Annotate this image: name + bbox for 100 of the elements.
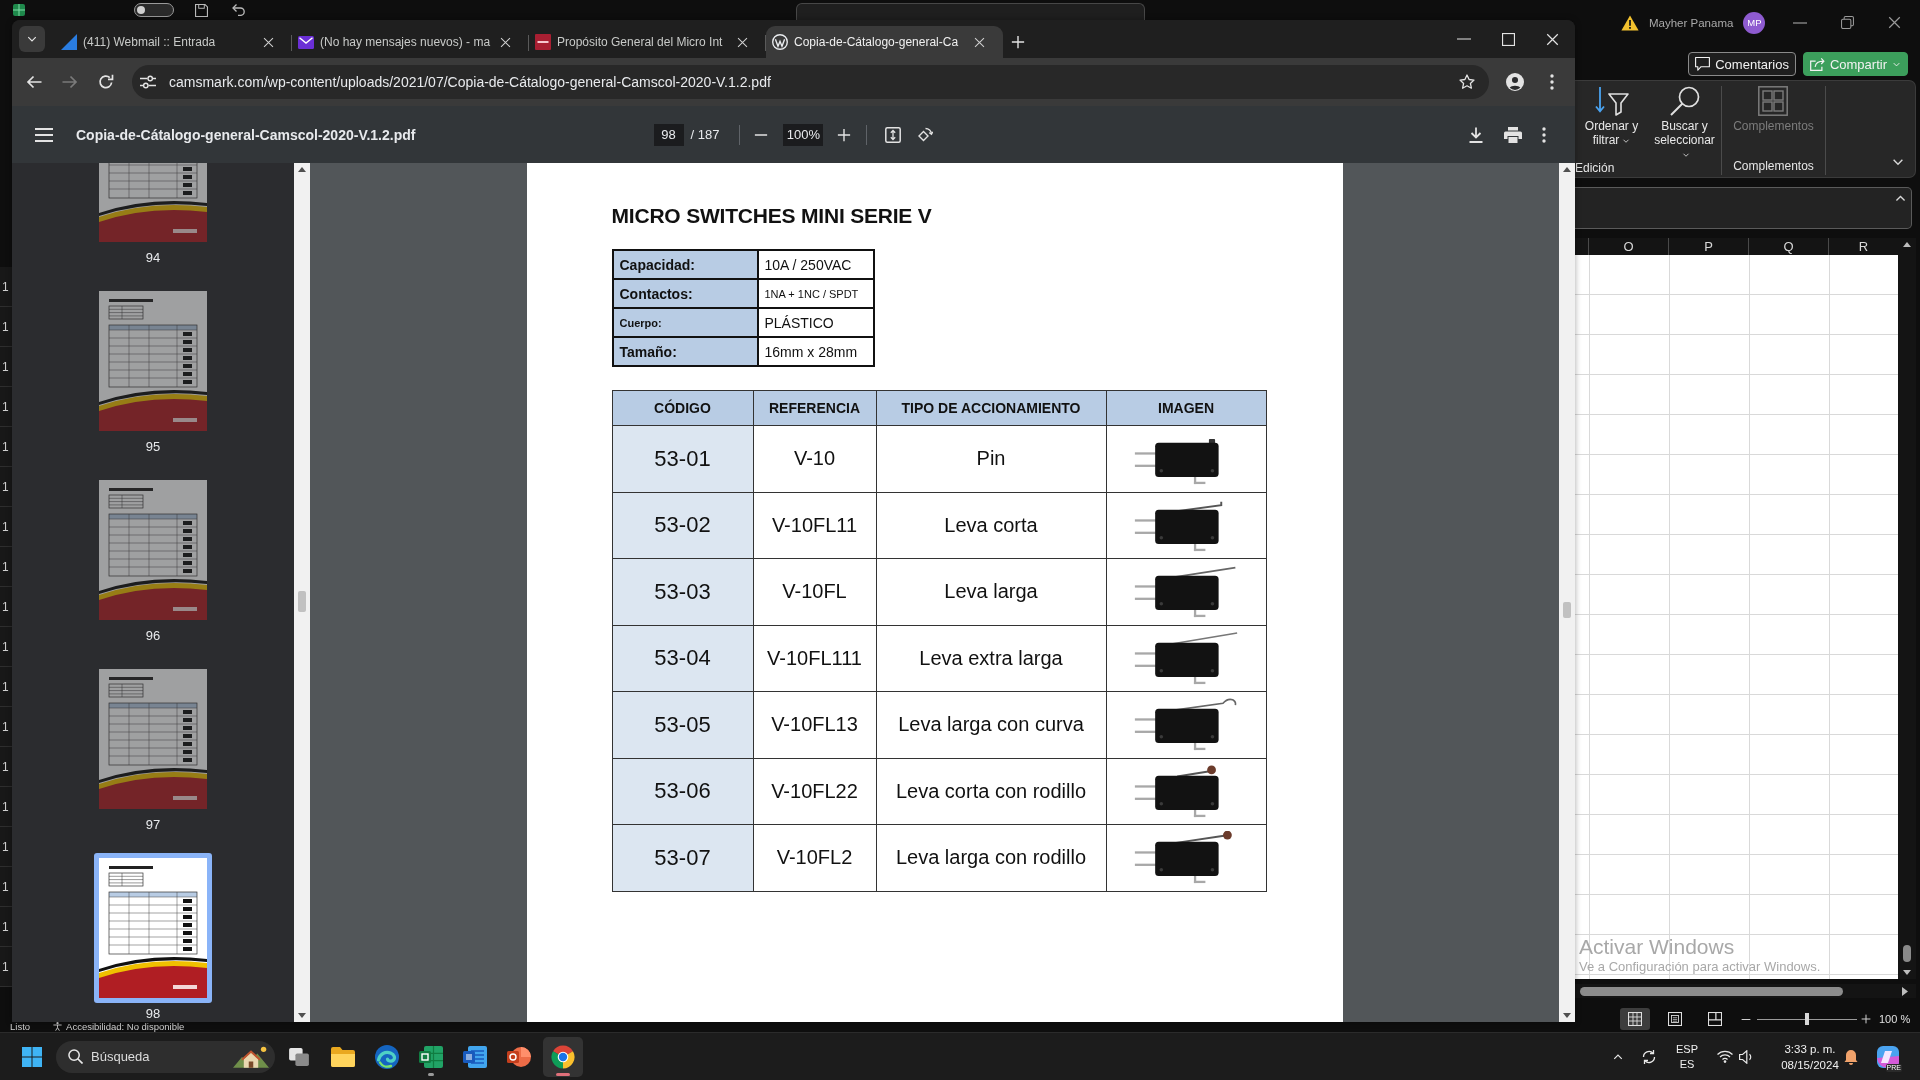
slider-thumb[interactable]: [1805, 1013, 1809, 1025]
more-icon[interactable]: [1550, 74, 1554, 90]
wifi-icon[interactable]: [1717, 1050, 1733, 1063]
close-icon[interactable]: [737, 36, 748, 48]
close-icon[interactable]: [974, 36, 985, 48]
scroll-down-icon[interactable]: [1563, 1013, 1571, 1018]
sync-icon[interactable]: [1641, 1048, 1657, 1065]
browser-tab[interactable]: Propósito General del Micro Int: [529, 26, 766, 58]
browser-tab[interactable]: (411) Webmail :: Entrada: [55, 26, 292, 58]
scrollbar-thumb[interactable]: [298, 591, 306, 612]
tab-search-button[interactable]: [19, 26, 45, 52]
menu-icon[interactable]: [35, 127, 53, 142]
scrollbar-thumb[interactable]: [1563, 602, 1571, 618]
account-avatar[interactable]: MP: [1743, 11, 1766, 34]
row-number: 1: [2, 319, 9, 334]
bell-icon[interactable]: [1843, 1048, 1859, 1065]
table-cell: 53-04: [612, 625, 753, 692]
page-number: 95: [145, 440, 161, 454]
page-layout-icon: [1668, 1012, 1682, 1026]
minus-icon[interactable]: [1741, 1017, 1751, 1021]
search-field[interactable]: [796, 3, 1145, 20]
rotate-icon[interactable]: [917, 126, 934, 143]
spec-label: Contactos:: [612, 279, 758, 308]
profile-icon[interactable]: [1506, 73, 1524, 91]
save-icon[interactable]: [195, 3, 208, 17]
clock-button[interactable]: 3:33 p. m. 08/15/2024: [1781, 1040, 1839, 1073]
scroll-right-icon[interactable]: [1902, 986, 1908, 996]
close-icon[interactable]: [1888, 16, 1902, 29]
plus-icon[interactable]: [1011, 35, 1025, 49]
grid-view-icon: [1628, 1012, 1642, 1026]
comment-icon: [1695, 57, 1711, 71]
star-icon[interactable]: [1459, 74, 1475, 90]
accessibility-icon: [53, 1022, 63, 1031]
view-button[interactable]: [1620, 1008, 1650, 1030]
maximize-icon[interactable]: [1502, 32, 1515, 46]
browser-tab[interactable]: Copia-de-Cátalogo-general-Ca: [766, 26, 1003, 58]
ribbon-button[interactable]: Ordenar y filtrar: [1575, 86, 1648, 147]
table-cell: V-10FL2: [753, 824, 876, 891]
search-field[interactable]: Búsqueda: [91, 1047, 225, 1066]
app-logo-icon[interactable]: [1877, 1045, 1899, 1068]
reload-icon[interactable]: [98, 74, 114, 90]
ribbon-button[interactable]: Buscar y seleccionar: [1648, 86, 1721, 161]
document-heading: MICRO SWITCHES MINI SERIE V: [611, 203, 932, 229]
more-icon[interactable]: [1542, 126, 1546, 143]
plus-icon[interactable]: [1861, 1014, 1871, 1024]
toggle-switch[interactable]: [134, 3, 174, 17]
download-icon[interactable]: [1468, 126, 1484, 143]
column-header: IMAGEN: [1106, 390, 1266, 426]
row-number: 1: [2, 439, 9, 454]
scroll-up-icon[interactable]: [1563, 167, 1571, 172]
taskbar-button[interactable]: [543, 1036, 583, 1077]
zoom-field[interactable]: 100%: [783, 123, 824, 146]
table-cell: Leva corta con rodillo: [876, 758, 1106, 825]
search-box[interactable]: Búsqueda: [56, 1040, 275, 1073]
page-thumbnail[interactable]: [94, 853, 212, 1003]
scrollbar[interactable]: [1575, 984, 1916, 998]
print-icon[interactable]: [1504, 126, 1522, 143]
page-thumbnail[interactable]: [99, 163, 207, 242]
minus-icon[interactable]: [754, 132, 769, 137]
scroll-up-icon[interactable]: [298, 167, 306, 172]
scrollbar[interactable]: [1898, 238, 1916, 979]
group-label: Complementos: [1732, 159, 1815, 175]
scrollbar[interactable]: [294, 163, 310, 1022]
scroll-up-icon[interactable]: [1903, 242, 1911, 247]
warning-icon: [1621, 14, 1639, 31]
account-name: Mayher Panama: [1649, 16, 1734, 29]
spec-value: 1NA + 1NC / SPDT: [757, 279, 874, 308]
spec-value: PLÁSTICO: [757, 308, 874, 337]
table-cell: Pin: [876, 425, 1106, 492]
column-header[interactable]: R: [1829, 238, 1898, 255]
table-cell: 53-02: [612, 492, 753, 559]
back-arrow-icon[interactable]: [26, 74, 42, 90]
scrollbar-thumb[interactable]: [1903, 945, 1911, 962]
row-number: 1: [2, 519, 9, 534]
browser-tab[interactable]: (No hay mensajes nuevos) - ma: [292, 26, 529, 58]
comments-button[interactable]: Comentarios: [1688, 52, 1796, 76]
close-icon[interactable]: [500, 36, 511, 48]
plus-icon[interactable]: [837, 127, 852, 142]
tune-icon[interactable]: [140, 74, 156, 90]
language-button[interactable]: ESP ES: [1676, 1041, 1698, 1072]
restore-icon[interactable]: [1841, 16, 1855, 29]
close-icon[interactable]: [263, 36, 274, 48]
document-app-icon: [463, 1045, 487, 1068]
activation-title: Activar Windows: [1579, 936, 1735, 958]
table-cell: V-10: [753, 425, 876, 492]
scroll-down-icon[interactable]: [1903, 970, 1911, 975]
share-icon: [1809, 57, 1825, 71]
fit-page-icon[interactable]: [885, 126, 902, 143]
scrollbar[interactable]: [1559, 163, 1575, 1022]
page-number-field[interactable]: 98: [653, 123, 684, 146]
spreadsheet-app-icon[interactable]: [13, 4, 25, 16]
undo-icon[interactable]: [232, 4, 246, 16]
address-field[interactable]: camsmark.com/wp-content/uploads/2021/07/Copia-de-Cátalogo-general-Camscol-2020-V.1.2.pdf: [132, 65, 1489, 99]
folder-icon: [331, 1046, 355, 1067]
minimize-icon[interactable]: [1793, 21, 1808, 24]
start-icon[interactable]: [22, 1046, 42, 1067]
scrollbar-thumb[interactable]: [1580, 986, 1843, 996]
column-header: REFERENCIA: [753, 390, 876, 426]
accessibility-status[interactable]: Accesibilidad: No disponible: [66, 1021, 185, 1032]
scroll-down-icon[interactable]: [298, 1013, 306, 1018]
